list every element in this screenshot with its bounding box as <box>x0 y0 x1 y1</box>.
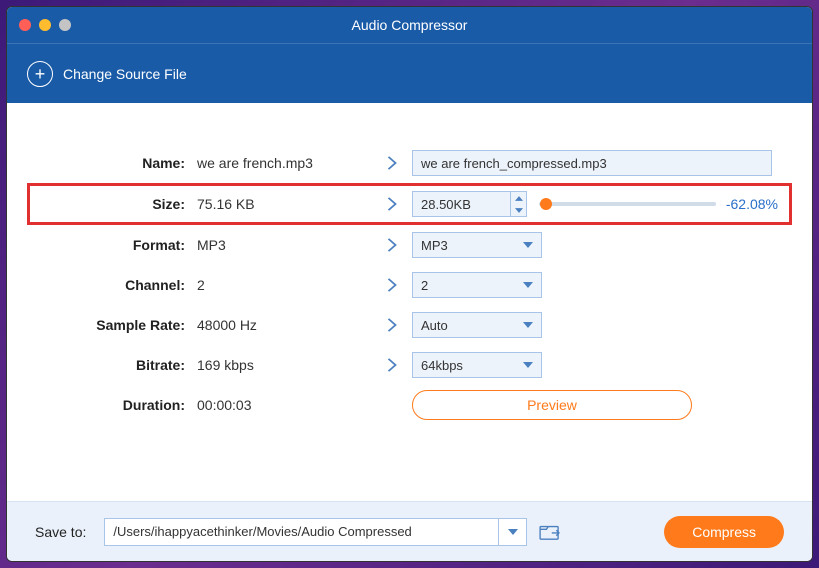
row-duration: Duration: 00:00:03 Preview <box>37 385 782 425</box>
label-size: Size: <box>37 196 197 212</box>
change-source-label: Change Source File <box>63 66 187 82</box>
size-slider[interactable] <box>539 202 716 206</box>
arrow-icon <box>372 278 412 292</box>
bitrate-select[interactable]: 64kbps <box>412 352 542 378</box>
save-path-input[interactable]: /Users/ihappyacethinker/Movies/Audio Com… <box>104 518 499 546</box>
label-channel: Channel: <box>37 277 197 293</box>
arrow-icon <box>372 358 412 372</box>
save-to-label: Save to: <box>35 524 86 540</box>
sample-rate-select[interactable]: Auto <box>412 312 542 338</box>
source-bitrate: 169 kbps <box>197 357 372 373</box>
save-path-dropdown[interactable] <box>499 518 527 546</box>
arrow-icon <box>372 197 412 211</box>
titlebar: Audio Compressor <box>7 7 812 43</box>
format-select[interactable]: MP3 <box>412 232 542 258</box>
row-channel: Channel: 2 2 <box>37 265 782 305</box>
source-channel: 2 <box>197 277 372 293</box>
source-format: MP3 <box>197 237 372 253</box>
app-window: Audio Compressor + Change Source File Na… <box>6 6 813 562</box>
source-duration: 00:00:03 <box>197 397 372 413</box>
window-title: Audio Compressor <box>7 17 812 33</box>
arrow-icon <box>372 238 412 252</box>
channel-select[interactable]: 2 <box>412 272 542 298</box>
source-size: 75.16 KB <box>197 196 372 212</box>
label-sample-rate: Sample Rate: <box>37 317 197 333</box>
row-size: Size: 75.16 KB 28.50KB -62.08% <box>27 183 792 225</box>
sample-rate-select-value: Auto <box>421 318 448 333</box>
maximize-window-button[interactable] <box>59 19 71 31</box>
compress-button[interactable]: Compress <box>664 516 784 548</box>
arrow-icon <box>372 318 412 332</box>
target-size-value: 28.50KB <box>413 192 510 216</box>
source-name: we are french.mp3 <box>197 155 372 171</box>
row-sample-rate: Sample Rate: 48000 Hz Auto <box>37 305 782 345</box>
stepper-down-button[interactable] <box>511 204 526 216</box>
format-select-value: MP3 <box>421 238 448 253</box>
change-source-button[interactable]: + Change Source File <box>27 61 187 87</box>
footer: Save to: /Users/ihappyacethinker/Movies/… <box>7 501 812 561</box>
toolbar: + Change Source File <box>7 43 812 103</box>
label-format: Format: <box>37 237 197 253</box>
bitrate-select-value: 64kbps <box>421 358 463 373</box>
preview-button[interactable]: Preview <box>412 390 692 420</box>
save-path-value: /Users/ihappyacethinker/Movies/Audio Com… <box>113 524 411 539</box>
arrow-icon <box>372 156 412 170</box>
window-controls <box>19 19 71 31</box>
row-name: Name: we are french.mp3 <box>37 143 782 183</box>
target-size-stepper[interactable]: 28.50KB <box>412 191 527 217</box>
open-folder-icon[interactable] <box>539 523 561 541</box>
plus-icon: + <box>27 61 53 87</box>
row-format: Format: MP3 MP3 <box>37 225 782 265</box>
close-window-button[interactable] <box>19 19 31 31</box>
size-percent: -62.08% <box>726 196 778 212</box>
source-sample-rate: 48000 Hz <box>197 317 372 333</box>
chevron-down-icon <box>508 529 518 535</box>
label-name: Name: <box>37 155 197 171</box>
chevron-down-icon <box>523 282 533 288</box>
row-bitrate: Bitrate: 169 kbps 64kbps <box>37 345 782 385</box>
minimize-window-button[interactable] <box>39 19 51 31</box>
size-slider-wrap: -62.08% <box>539 196 782 212</box>
chevron-down-icon <box>523 242 533 248</box>
channel-select-value: 2 <box>421 278 428 293</box>
label-bitrate: Bitrate: <box>37 357 197 373</box>
slider-thumb[interactable] <box>540 198 552 210</box>
label-duration: Duration: <box>37 397 197 413</box>
target-name-input[interactable] <box>412 150 772 176</box>
content-area: Name: we are french.mp3 Size: 75.16 KB 2… <box>7 103 812 435</box>
chevron-down-icon <box>523 322 533 328</box>
chevron-down-icon <box>523 362 533 368</box>
stepper-up-button[interactable] <box>511 192 526 204</box>
